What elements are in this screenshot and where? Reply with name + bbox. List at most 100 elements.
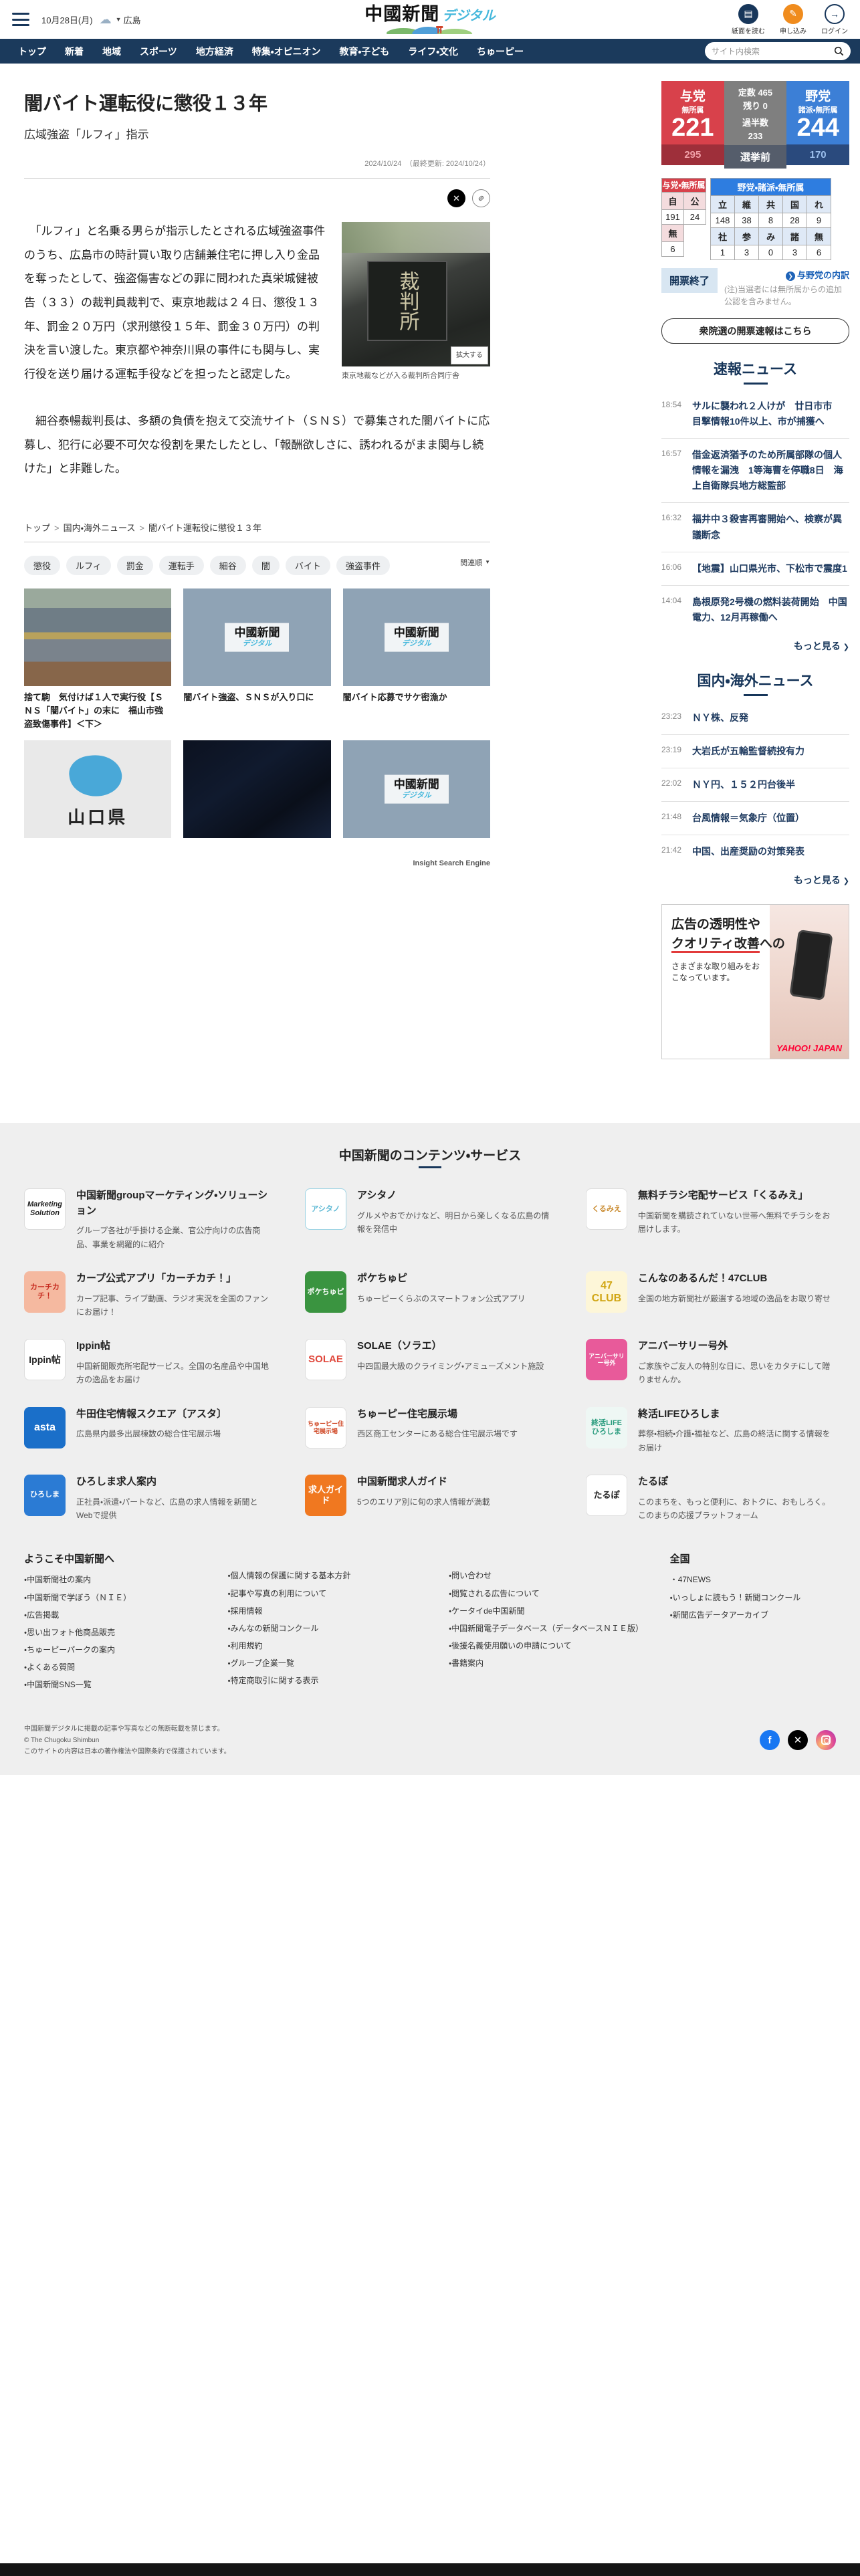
service-solae[interactable]: SOLAE SOLAE（ソラエ） 中四国最大級のクライミング・アミューズメント施設 <box>305 1339 555 1386</box>
footer-link[interactable]: 記事や写真の利用について <box>227 1588 429 1600</box>
service-asta[interactable]: asta 牛田住宅情報スクエア〔アスタ〕 広島県内最多出展棟数の総合住宅展示場 <box>24 1406 274 1455</box>
nav-education[interactable]: 教育・子ども <box>331 45 399 58</box>
footer-link[interactable]: ちゅーピーパークの案内 <box>24 1644 207 1656</box>
tag-bakkin[interactable]: 罰金 <box>116 555 153 575</box>
related-article-5[interactable] <box>183 740 331 853</box>
footer-link[interactable]: 閲覧される広告について <box>449 1588 650 1600</box>
national-news-item-4[interactable]: 21:48 台風情報＝気象庁（位置） <box>661 802 849 836</box>
footer-link[interactable]: 個人情報の保護に関する基本方針 <box>227 1570 429 1582</box>
tag-yami[interactable]: 闇 <box>251 555 280 575</box>
article-photo[interactable]: 裁判所 拡大する <box>342 222 490 366</box>
footer-link[interactable]: 採用情報 <box>227 1605 429 1618</box>
service-ashitano[interactable]: アシタノ アシタノ グルメやおでかけなど、明日から楽しくなる広島の情報を発信中 <box>305 1188 555 1251</box>
footer-link[interactable]: 中国新聞電子データベース（データベースＮＩＥ版） <box>449 1622 650 1635</box>
breaking-news-item-5[interactable]: 14:04 島根原発2号機の燃料装荷開始 中国電力、12月再稼働へ <box>661 586 849 634</box>
instagram-icon[interactable] <box>816 1730 836 1751</box>
tag-goto-jiken[interactable]: 強盗事件 <box>336 555 390 575</box>
service-ippincho[interactable]: Ippin帖 Ippin帖 中国新聞販売所宅配サービス。全国の名産品や中国地方の逸… <box>24 1339 274 1386</box>
footer-link[interactable]: いっしょに読もう！新聞コンクール <box>670 1592 836 1604</box>
tag-baito[interactable]: バイト <box>285 555 330 575</box>
breadcrumb-top[interactable]: トップ <box>24 523 50 533</box>
related-article-6[interactable]: 中國新聞 デジタル <box>342 740 490 853</box>
footer-link[interactable]: 中国新聞SNS一覧 <box>24 1679 207 1691</box>
election-middle-block: 定数 465 残り 0 過半数 233 選挙前 <box>724 81 787 169</box>
election-results-button[interactable]: 衆院選の開票速報はこちら <box>661 318 849 344</box>
nav-region[interactable]: 地域 <box>94 45 130 58</box>
breaking-more-link[interactable]: もっと見る ❯ <box>661 639 849 653</box>
footer-link[interactable]: 思い出フォト他商品販売 <box>24 1626 207 1639</box>
footer-link[interactable]: 問い合わせ <box>449 1570 650 1582</box>
related-article-4[interactable]: 山口県 <box>24 740 172 853</box>
search-icon[interactable] <box>834 46 844 56</box>
nav-new[interactable]: 新着 <box>56 45 92 58</box>
national-news-item-3[interactable]: 22:02 ＮＹ円、１５２円台後半 <box>661 768 849 802</box>
service-hiroshima-kyujin[interactable]: ひろしま ひろしま求人案内 正社員・派遣・パートなど、広島の求人情報を新聞とWeb… <box>24 1475 274 1522</box>
copy-link-icon[interactable] <box>472 189 490 207</box>
search-input[interactable] <box>712 46 834 56</box>
footer-link[interactable]: 広告掲載 <box>24 1609 207 1622</box>
nav-economy[interactable]: 地方経済 <box>187 45 242 58</box>
service-kurumie[interactable]: くるみえ 無料チラシ宅配サービス「くるみえ」 中国新聞を購読されていない世帯へ無料… <box>586 1188 836 1251</box>
site-logo[interactable]: 中國新聞 デジタル <box>364 5 496 34</box>
service-marketing-solution[interactable]: Marketing Solution 中国新聞groupマーケティング・ソリュー… <box>24 1188 274 1251</box>
service-kyujin-guide[interactable]: 求人ガイド 中国新聞求人ガイド 5つのエリア別に旬の求人情報が満載 <box>305 1475 555 1522</box>
related-article-1[interactable]: 捨て駒 気付けば１人で実行役【ＳＮＳ「闇バイト」の末に 福山市強盗致傷事件】＜下… <box>24 588 172 731</box>
breadcrumb-category[interactable]: 国内・海外ニュース <box>64 523 136 533</box>
tag-hosoya[interactable]: 細谷 <box>209 555 246 575</box>
footer-link[interactable]: 中国新聞社の案内 <box>24 1574 207 1586</box>
share-x-icon[interactable]: ✕ <box>447 189 465 207</box>
election-summary-widget[interactable]: 与党 無所属 221 295 定数 465 残り 0 過半数 233 選挙前 野… <box>661 81 849 169</box>
breaking-news-item-2[interactable]: 16:57 借金返済猶予のため所属部隊の個人情報を漏洩 1等海曹を停職8日 海上… <box>661 439 849 504</box>
national-more-link[interactable]: もっと見る ❯ <box>661 873 849 887</box>
copyright-text: 中国新聞デジタルに掲載の記事や写真などの無断転載を禁じます。 © The Chu… <box>24 1725 231 1755</box>
login-button[interactable]: → ログイン <box>821 3 848 35</box>
related-article-2[interactable]: 中國新聞 デジタル 闇バイト強盗、ＳＮＳが入り口に <box>183 588 331 731</box>
service-tarupo[interactable]: たるぽ たるぽ このまちを、もっと便利に、おトクに、おもしろく。このまちの応援プラ… <box>586 1475 836 1522</box>
related-article-3[interactable]: 中國新聞 デジタル 闇バイト応募でサケ密漁か <box>342 588 490 731</box>
subscribe-button[interactable]: ✎ 申し込み <box>780 3 807 35</box>
footer-link[interactable]: 47NEWS <box>670 1574 836 1586</box>
footer-link[interactable]: グループ企業一覧 <box>227 1657 429 1670</box>
service-carp-app[interactable]: カーチカチ！ カープ公式アプリ「カーチカチ！」 カープ記事、ライブ動画、ラジオ実況… <box>24 1271 274 1319</box>
footer-link[interactable]: 中国新聞で学ぼう（ＮＩＥ） <box>24 1592 207 1604</box>
hamburger-menu-icon[interactable] <box>12 13 29 26</box>
party-breakdown-link[interactable]: ❯ 与野党の内訳 <box>724 268 849 281</box>
site-search-box[interactable] <box>705 42 851 60</box>
footer-link[interactable]: ケータイde中国新聞 <box>449 1605 650 1618</box>
breaking-news-item-4[interactable]: 16:06 【地震】山口県光市、下松市で震度1 <box>661 552 849 586</box>
footer-link[interactable]: みんなの新聞コンクール <box>227 1622 429 1635</box>
nav-top[interactable]: トップ <box>9 45 55 58</box>
footer-link[interactable]: 新聞広告データアーカイブ <box>670 1609 836 1622</box>
nav-life[interactable]: ライフ・文化 <box>399 45 467 58</box>
tag-untenshu[interactable]: 運転手 <box>158 555 204 575</box>
service-chupea-jutaku[interactable]: ちゅーピー住宅展示場 ちゅーピー住宅展示場 西区商工センターにある総合住宅展示場で… <box>305 1406 555 1455</box>
footer-link[interactable]: 書籍案内 <box>449 1657 650 1670</box>
photo-zoom-button[interactable]: 拡大する <box>451 346 488 364</box>
x-twitter-icon[interactable]: ✕ <box>788 1730 808 1751</box>
region-selector[interactable]: ▼ 広島 <box>116 13 141 26</box>
yahoo-ad-banner[interactable]: 広告の透明性や クオリティ改善への さまざまな取り組みをおこなっています。 YA… <box>661 904 849 1060</box>
facebook-icon[interactable]: f <box>760 1730 780 1751</box>
nav-chupea[interactable]: ちゅーピー <box>468 45 532 58</box>
breaking-news-item-3[interactable]: 16:32 福井中３殺害再審開始へ、検察が異議断念 <box>661 503 849 552</box>
tag-luffy[interactable]: ルフィ <box>66 555 111 575</box>
related-sort-dropdown[interactable]: 関連順 ▼ <box>460 557 490 568</box>
nav-sports[interactable]: スポーツ <box>131 45 186 58</box>
anniversary-gogai-icon: アニバーサリー号外 <box>586 1339 627 1381</box>
footer-link[interactable]: 後援名義使用願いの申請について <box>449 1640 650 1652</box>
footer-link[interactable]: よくある質問 <box>24 1661 207 1674</box>
read-paper-button[interactable]: ▤ 紙面を読む <box>732 3 765 35</box>
footer-link[interactable]: 利用規約 <box>227 1640 429 1652</box>
breaking-news-item-1[interactable]: 18:54 サルに襲われ２人けが 廿日市市 目撃情報10件以上、市が捕獲へ <box>661 390 849 439</box>
service-anniversary-gogai[interactable]: アニバーサリー号外 アニバーサリー号外 ご家族やご友人の特別な日に、思いをカタチに… <box>586 1339 836 1386</box>
tag-choeki[interactable]: 懲役 <box>24 555 61 575</box>
service-47club[interactable]: 47 CLUB こんなのあるんだ！47CLUB 全国の地方新聞社が厳選する地域の逸… <box>586 1271 836 1319</box>
chevron-down-icon: ▼ <box>115 16 122 23</box>
national-news-item-5[interactable]: 21:42 中国、出産奨励の対策発表 <box>661 835 849 868</box>
footer-link[interactable]: 特定商取引に関する表示 <box>227 1675 429 1687</box>
national-news-item-1[interactable]: 23:23 ＮＹ株、反発 <box>661 702 849 736</box>
national-news-item-2[interactable]: 23:19 大岩氏が五輪監督続投有力 <box>661 735 849 769</box>
service-shukatsu-life[interactable]: 終活LIFE ひろしま 終活LIFEひろしま 葬祭・相続・介護・福祉など、広島の終… <box>586 1406 836 1455</box>
service-pokechupi[interactable]: ポケちゅピ ポケちゅピ ちゅーピーくらぶのスマートフォン公式アプリ <box>305 1271 555 1319</box>
nav-feature[interactable]: 特集・オピニオン <box>243 45 330 58</box>
